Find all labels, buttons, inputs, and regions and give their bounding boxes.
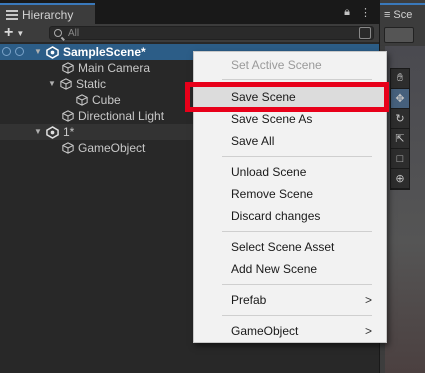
hierarchy-tabbar: Hierarchy 🔒︎ ⋮ (0, 0, 379, 24)
menu-item-label: Save Scene As (231, 112, 313, 126)
menu-separator (222, 315, 372, 316)
chevron-down-icon: ▼ (16, 28, 25, 38)
scene-tab[interactable]: ≡ Sce (380, 3, 425, 24)
chevron-right-icon: > (364, 324, 372, 338)
lock-icon[interactable]: 🔒︎ (344, 6, 350, 19)
menu-item-gameobject[interactable]: GameObject > (194, 320, 386, 342)
menu-item-label: Discard changes (231, 209, 321, 223)
menu-item-unload-scene[interactable]: Unload Scene (194, 161, 386, 183)
tab-controls: 🔒︎ ⋮ (344, 6, 371, 19)
menu-item-label: Prefab (231, 293, 267, 307)
menu-item-label: Set Active Scene (231, 58, 322, 72)
rect-tool-icon[interactable]: □ (391, 149, 409, 169)
search-input[interactable]: All (68, 28, 79, 39)
hierarchy-tab-label: Hierarchy (22, 7, 74, 22)
gameobject-icon (62, 110, 74, 122)
unity-scene-icon (46, 45, 59, 59)
menu-item-label: Save All (231, 134, 275, 148)
expand-arrow-icon[interactable]: ▼ (48, 80, 56, 88)
menu-separator (222, 156, 372, 157)
menu-item-label: GameObject (231, 324, 299, 338)
more-options-icon[interactable]: ⋮ (360, 6, 371, 19)
menu-item-label: Select Scene Asset (231, 240, 335, 254)
menu-item-add-new-scene[interactable]: Add New Scene (194, 258, 386, 280)
row-label: 1* (63, 125, 75, 139)
menu-item-label: Add New Scene (231, 262, 318, 276)
rotate-tool-icon[interactable]: ↻ (391, 109, 409, 129)
gameobject-icon (62, 62, 74, 74)
expand-arrow-icon[interactable]: ▼ (34, 48, 42, 56)
context-menu: Set Active Scene Save Scene Save Scene A… (193, 51, 387, 343)
scale-tool-icon[interactable]: ⇱ (391, 129, 409, 149)
row-label: SampleScene* (63, 45, 146, 59)
menu-item-select-scene-asset[interactable]: Select Scene Asset (194, 236, 386, 258)
menu-icon (6, 9, 18, 20)
menu-item-prefab[interactable]: Prefab > (194, 289, 386, 311)
search-icon (54, 29, 62, 37)
hierarchy-tab[interactable]: Hierarchy (0, 3, 95, 24)
search-field[interactable]: All (49, 26, 374, 40)
menu-item-save-scene-as[interactable]: Save Scene As (194, 108, 386, 130)
gameobject-icon (60, 78, 72, 90)
move-tool-icon[interactable]: ✥ (391, 89, 409, 109)
unity-scene-icon (46, 125, 59, 139)
menu-separator (222, 79, 372, 80)
row-label: GameObject (78, 141, 146, 155)
pivot-toggle[interactable] (384, 27, 414, 43)
menu-item-label: Unload Scene (231, 165, 307, 179)
menu-item-save-all[interactable]: Save All (194, 130, 386, 152)
transform-tools: ✋︎ ✥ ↻ ⇱ □ ⊕ (390, 68, 410, 190)
menu-item-remove-scene[interactable]: Remove Scene (194, 183, 386, 205)
chevron-right-icon: > (364, 293, 372, 307)
plus-icon: + (4, 24, 14, 41)
menu-item-label: Save Scene (231, 90, 296, 104)
row-label: Main Camera (78, 61, 151, 75)
search-filter-icon[interactable] (359, 27, 371, 39)
row-label: Cube (92, 93, 121, 107)
hand-tool-icon[interactable]: ✋︎ (391, 69, 409, 89)
menu-item-set-active-scene: Set Active Scene (194, 54, 386, 76)
add-button[interactable]: + ▼ (4, 24, 34, 41)
menu-item-save-scene[interactable]: Save Scene (194, 86, 386, 108)
eye-icon[interactable] (2, 47, 11, 56)
row-label: Static (76, 77, 107, 91)
menu-separator (222, 231, 372, 232)
transform-tool-icon[interactable]: ⊕ (391, 169, 409, 189)
gameobject-icon (76, 94, 88, 106)
pick-icon[interactable] (15, 47, 24, 56)
scene-tab-label: Sce (393, 8, 413, 21)
hierarchy-toolbar: + ▼ All (0, 24, 379, 42)
expand-arrow-icon[interactable]: ▼ (34, 128, 42, 136)
scene-toolbar (380, 24, 425, 46)
menu-item-discard-changes[interactable]: Discard changes (194, 205, 386, 227)
menu-separator (222, 284, 372, 285)
visibility-icons[interactable] (2, 47, 24, 56)
gameobject-icon (62, 142, 74, 154)
row-label: Directional Light (78, 109, 165, 123)
menu-item-label: Remove Scene (231, 187, 314, 201)
menu-icon: ≡ (384, 8, 391, 21)
